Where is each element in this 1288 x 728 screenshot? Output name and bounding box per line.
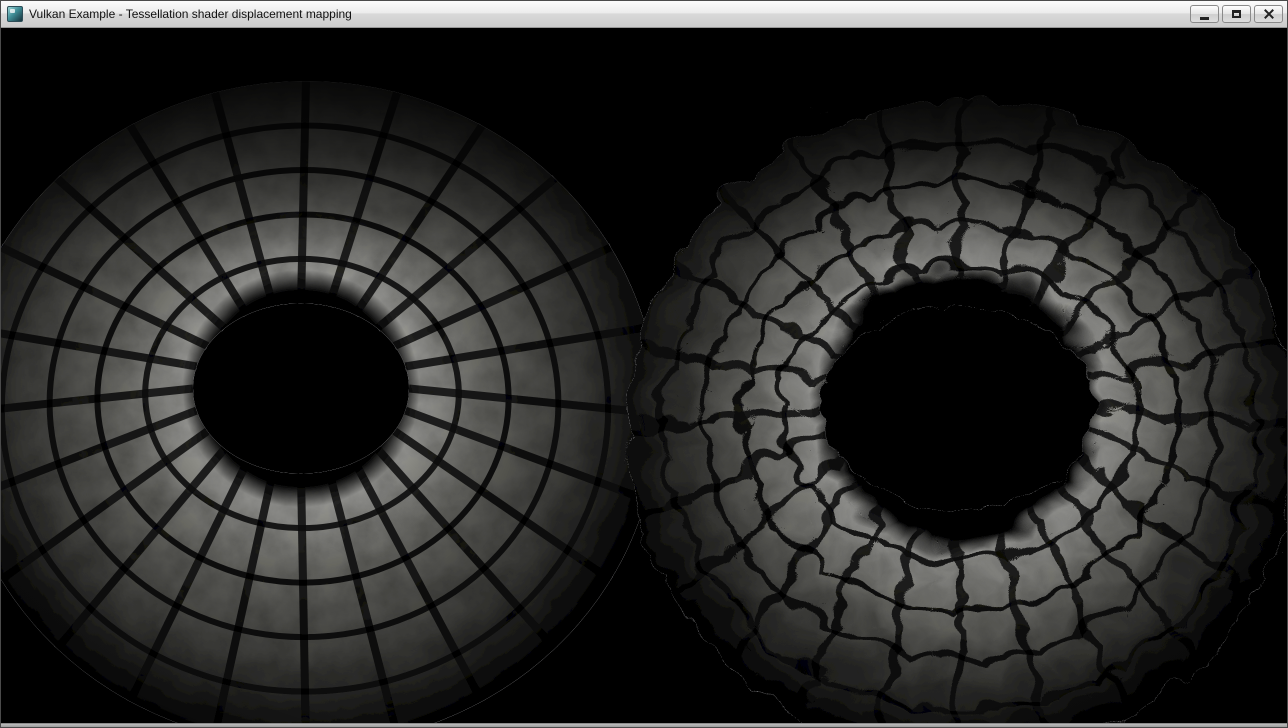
vignette-overlay xyxy=(1,28,1287,723)
render-viewport[interactable] xyxy=(1,28,1287,723)
minimize-button[interactable] xyxy=(1190,5,1219,23)
window-controls xyxy=(1190,1,1283,23)
maximize-icon xyxy=(1232,10,1241,18)
app-window: Vulkan Example - Tessellation shader dis… xyxy=(0,0,1288,728)
window-bottom-frame xyxy=(1,723,1287,727)
minimize-icon xyxy=(1200,17,1209,20)
window-title: Vulkan Example - Tessellation shader dis… xyxy=(29,1,352,28)
maximize-button[interactable] xyxy=(1222,5,1251,23)
titlebar[interactable]: Vulkan Example - Tessellation shader dis… xyxy=(1,1,1287,28)
app-icon xyxy=(7,6,23,22)
render-scene xyxy=(1,28,1287,723)
close-button[interactable] xyxy=(1254,5,1283,23)
close-icon xyxy=(1264,9,1274,19)
